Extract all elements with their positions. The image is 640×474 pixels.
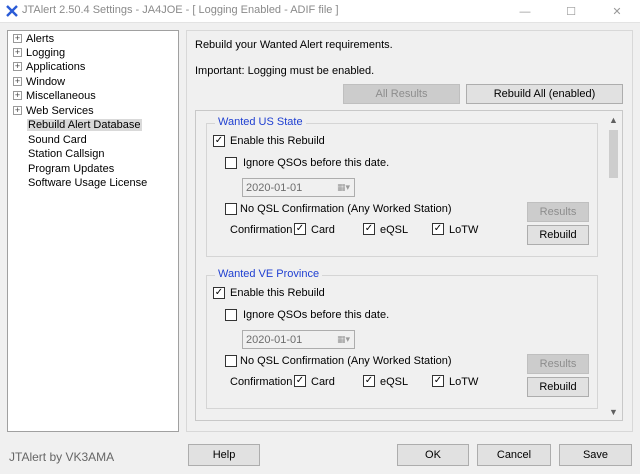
rebuild-button[interactable]: Rebuild xyxy=(527,377,589,397)
eqsl-checkbox[interactable]: ✓ xyxy=(363,223,375,235)
confirmation-label: Confirmation xyxy=(230,376,293,388)
tree-item-software-usage-license[interactable]: Software Usage License xyxy=(8,176,148,190)
tree-item-web-services[interactable]: + Web Services xyxy=(8,104,95,118)
results-button[interactable]: Results xyxy=(527,354,589,374)
tree-item-rebuild-alert-database[interactable]: Rebuild Alert Database xyxy=(8,118,142,132)
expand-icon[interactable]: + xyxy=(13,105,22,115)
ignore-qsos-label: Ignore QSOs before this date. xyxy=(243,157,390,169)
ignore-qsos-label: Ignore QSOs before this date. xyxy=(243,309,390,321)
tree-item-miscellaneous[interactable]: + Miscellaneous xyxy=(8,89,97,103)
no-qsl-checkbox[interactable] xyxy=(225,355,237,367)
group-wanted-us-state: Wanted US State ✓ Enable this Rebuild Ig… xyxy=(206,116,598,257)
app-icon xyxy=(6,5,18,17)
group-wanted-ve-province: Wanted VE Province ✓ Enable this Rebuild… xyxy=(206,268,598,409)
date-picker[interactable]: 2020-01-01 ▦▾ xyxy=(242,330,355,349)
intro-text: Rebuild your Wanted Alert requirements. xyxy=(195,39,393,51)
calendar-icon[interactable]: ▦▾ xyxy=(337,334,350,345)
tree-item-applications[interactable]: + Applications xyxy=(8,60,86,74)
tree-item-logging[interactable]: + Logging xyxy=(8,46,66,60)
rebuild-all-button[interactable]: Rebuild All (enabled) xyxy=(466,84,623,104)
help-button[interactable]: Help xyxy=(188,444,260,466)
enable-rebuild-checkbox[interactable]: ✓ xyxy=(213,135,225,147)
brand-label: JTAlert by VK3AMA xyxy=(9,450,115,464)
date-picker[interactable]: 2020-01-01 ▦▾ xyxy=(242,178,355,197)
lotw-label: LoTW xyxy=(449,376,479,388)
enable-rebuild-label: Enable this Rebuild xyxy=(230,135,325,147)
rebuild-groups-scroller[interactable]: Wanted US State ✓ Enable this Rebuild Ig… xyxy=(195,110,623,421)
important-note: Important: Logging must be enabled. xyxy=(195,65,375,77)
card-label: Card xyxy=(311,376,335,388)
card-checkbox[interactable]: ✓ xyxy=(294,223,306,235)
tree-item-window[interactable]: + Window xyxy=(8,75,66,89)
title-bar: JTAlert 2.50.4 Settings - JA4JOE - [ Log… xyxy=(0,0,640,23)
expand-icon[interactable]: + xyxy=(13,33,22,43)
scroll-thumb[interactable] xyxy=(609,130,618,178)
eqsl-label: eQSL xyxy=(380,376,409,388)
window-title: JTAlert 2.50.4 Settings - JA4JOE - [ Log… xyxy=(22,4,339,16)
scroll-up-icon[interactable]: ▲ xyxy=(605,111,622,128)
settings-tree[interactable]: + Alerts + Logging + Applications + Window +… xyxy=(7,30,179,432)
lotw-label: LoTW xyxy=(449,224,479,236)
results-button[interactable]: Results xyxy=(527,202,589,222)
ignore-qsos-checkbox[interactable] xyxy=(225,309,237,321)
ignore-qsos-checkbox[interactable] xyxy=(225,157,237,169)
enable-rebuild-checkbox[interactable]: ✓ xyxy=(213,287,225,299)
expand-icon[interactable]: + xyxy=(13,47,22,57)
expand-icon[interactable]: + xyxy=(13,61,22,71)
lotw-checkbox[interactable]: ✓ xyxy=(432,223,444,235)
rebuild-button[interactable]: Rebuild xyxy=(527,225,589,245)
vertical-scrollbar[interactable]: ▲ ▼ xyxy=(605,111,622,420)
tree-item-station-callsign[interactable]: Station Callsign xyxy=(8,147,105,161)
save-button[interactable]: Save xyxy=(559,444,632,466)
calendar-icon[interactable]: ▦▾ xyxy=(337,182,350,193)
eqsl-checkbox[interactable]: ✓ xyxy=(363,375,375,387)
cancel-button[interactable]: Cancel xyxy=(477,444,551,466)
ok-button[interactable]: OK xyxy=(397,444,469,466)
minimize-button[interactable]: — xyxy=(502,0,548,23)
tree-item-alerts[interactable]: + Alerts xyxy=(8,32,55,46)
confirmation-label: Confirmation xyxy=(230,224,293,236)
no-qsl-label: No QSL Confirmation (Any Worked Station) xyxy=(240,355,452,367)
no-qsl-checkbox[interactable] xyxy=(225,203,237,215)
rebuild-panel: Rebuild your Wanted Alert requirements. … xyxy=(186,30,633,432)
expand-icon[interactable]: + xyxy=(13,76,22,86)
expand-icon[interactable]: + xyxy=(13,90,22,100)
all-results-button[interactable]: All Results xyxy=(343,84,460,104)
card-label: Card xyxy=(311,224,335,236)
close-button[interactable]: ✕ xyxy=(594,0,640,23)
lotw-checkbox[interactable]: ✓ xyxy=(432,375,444,387)
scroll-down-icon[interactable]: ▼ xyxy=(605,403,622,420)
eqsl-label: eQSL xyxy=(380,224,409,236)
group-title: Wanted US State xyxy=(215,116,306,128)
maximize-button[interactable]: ☐ xyxy=(548,0,594,23)
group-title: Wanted VE Province xyxy=(215,268,323,280)
tree-item-sound-card[interactable]: Sound Card xyxy=(8,133,88,147)
no-qsl-label: No QSL Confirmation (Any Worked Station) xyxy=(240,203,452,215)
tree-item-program-updates[interactable]: Program Updates xyxy=(8,162,115,176)
enable-rebuild-label: Enable this Rebuild xyxy=(230,287,325,299)
card-checkbox[interactable]: ✓ xyxy=(294,375,306,387)
